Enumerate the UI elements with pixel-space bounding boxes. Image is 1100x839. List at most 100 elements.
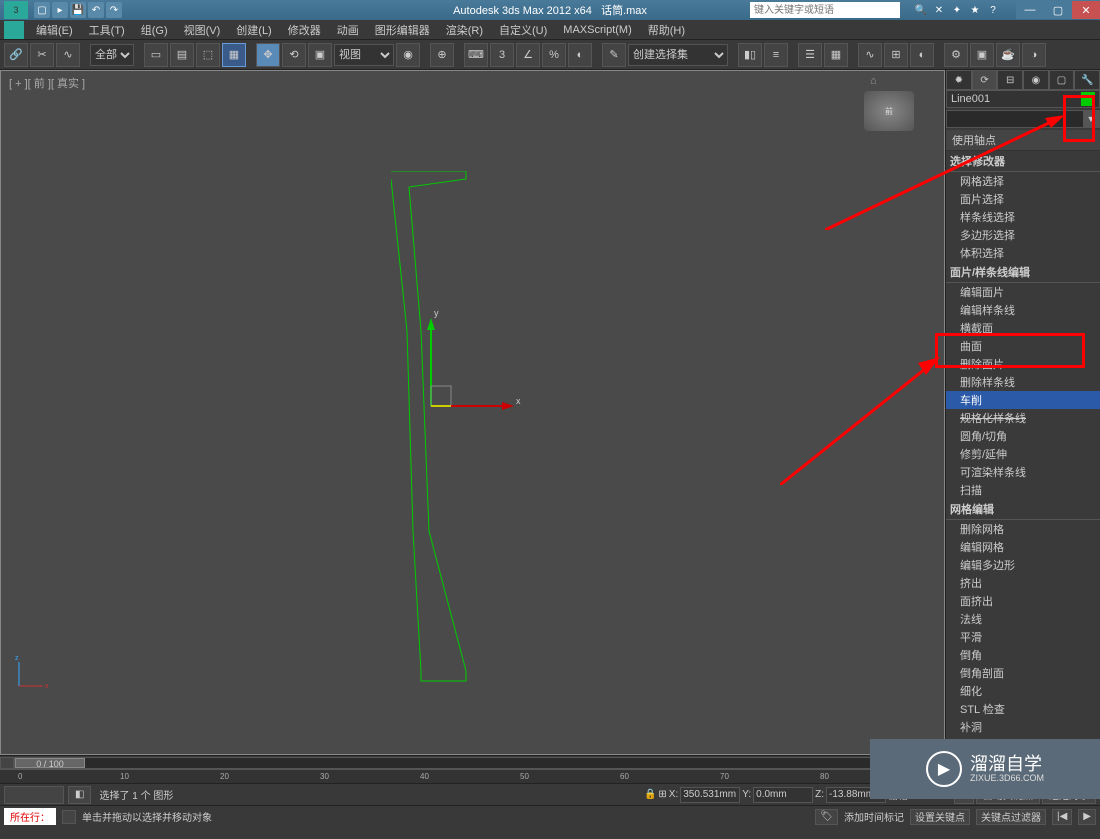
menu-tools[interactable]: 工具(T) [81, 22, 133, 38]
window-crossing-icon[interactable]: ▦ [222, 43, 246, 67]
curve-editor-icon[interactable]: ∿ [858, 43, 882, 67]
render-iterative-icon[interactable]: ◑ [1022, 43, 1046, 67]
modifier-item[interactable]: 可渲染样条线 [946, 463, 1100, 481]
link-icon[interactable]: 🔗 [4, 43, 28, 67]
modifier-item[interactable]: 圆角/切角 [946, 427, 1100, 445]
menu-edit[interactable]: 编辑(E) [28, 22, 81, 38]
render-production-icon[interactable]: ☕ [996, 43, 1020, 67]
coord-y-input[interactable] [753, 787, 813, 803]
lock-selection-icon[interactable]: 🔒 [644, 789, 656, 800]
favorites-icon[interactable]: ★ [968, 3, 982, 17]
qat-redo-icon[interactable]: ↷ [106, 2, 122, 18]
modifier-item[interactable]: 删除面片 [946, 355, 1100, 373]
viewport-label[interactable]: [ + ][ 前 ][ 真实 ] [9, 75, 85, 91]
window-maximize-button[interactable]: ▢ [1044, 1, 1072, 19]
named-sel-edit-icon[interactable]: ✎ [602, 43, 626, 67]
coord-x-input[interactable] [680, 787, 740, 803]
modifier-item[interactable]: 挤出 [946, 574, 1100, 592]
set-key-button[interactable]: 设置关键点 [910, 809, 970, 825]
modifier-item[interactable]: 面挤出 [946, 592, 1100, 610]
help-icon[interactable]: ? [986, 3, 1000, 17]
modifier-item[interactable]: 倒角 [946, 646, 1100, 664]
tab-hierarchy-icon[interactable]: ⊟ [997, 70, 1023, 90]
modifier-item[interactable]: 编辑网格 [946, 538, 1100, 556]
schematic-view-icon[interactable]: ⊞ [884, 43, 908, 67]
modifier-item[interactable]: 修剪/延伸 [946, 445, 1100, 463]
modifier-item[interactable]: 网格选择 [946, 172, 1100, 190]
transform-gizmo[interactable]: y x [416, 256, 536, 436]
absolute-mode-icon[interactable]: ⊞ [658, 789, 666, 800]
key-filters-button[interactable]: 关键点过滤器 [976, 809, 1046, 825]
tab-motion-icon[interactable]: ◉ [1023, 70, 1049, 90]
menu-animation[interactable]: 动画 [329, 22, 367, 38]
menu-group[interactable]: 组(G) [133, 22, 176, 38]
pivot-center-icon[interactable]: ◉ [396, 43, 420, 67]
keyboard-shortcut-icon[interactable]: ⌨ [464, 43, 488, 67]
modifier-item[interactable]: 曲面 [946, 337, 1100, 355]
viewcube[interactable]: 前 [864, 91, 914, 131]
tab-create-icon[interactable]: ✹ [946, 70, 972, 90]
modifier-item[interactable]: STL 检查 [946, 700, 1100, 718]
modifier-item[interactable]: 规格化样条线 [946, 409, 1100, 427]
modifier-item[interactable]: 编辑多边形 [946, 556, 1100, 574]
menu-rendering[interactable]: 渲染(R) [438, 22, 491, 38]
modifier-list[interactable]: 选择修改器 网格选择 面片选择 样条线选择 多边形选择 体积选择 面片/样条线编… [946, 151, 1100, 755]
modifier-item[interactable]: 法线 [946, 610, 1100, 628]
maxscript-mini-listener[interactable] [4, 786, 64, 804]
modifier-item[interactable]: 多边形选择 [946, 226, 1100, 244]
status-set-icon[interactable]: ◧ [68, 786, 91, 804]
select-manipulate-icon[interactable]: ⊕ [430, 43, 454, 67]
help-search-input[interactable] [750, 2, 900, 18]
modifier-item[interactable]: 横截面 [946, 319, 1100, 337]
modifier-item[interactable]: 样条线选择 [946, 208, 1100, 226]
app-logo-icon[interactable]: 3 [4, 1, 28, 19]
render-setup-icon[interactable]: ⚙ [944, 43, 968, 67]
unlink-icon[interactable]: ✂ [30, 43, 54, 67]
time-tag-icon[interactable]: 🏷 [815, 809, 838, 825]
modifier-item[interactable]: 倒角剖面 [946, 664, 1100, 682]
select-and-rotate-icon[interactable]: ⟲ [282, 43, 306, 67]
qat-undo-icon[interactable]: ↶ [88, 2, 104, 18]
modifier-item[interactable]: 删除网格 [946, 520, 1100, 538]
viewport-front[interactable]: [ + ][ 前 ][ 真实 ] ⌂ 前 y x z x [0, 70, 945, 755]
tab-utilities-icon[interactable]: 🔧 [1074, 70, 1100, 90]
qat-save-icon[interactable]: 💾 [70, 2, 86, 18]
window-minimize-button[interactable]: — [1016, 1, 1044, 19]
tab-modify-icon[interactable]: ⟳ [972, 70, 998, 90]
menu-modifiers[interactable]: 修改器 [280, 22, 329, 38]
ref-coord-system-dropdown[interactable]: 视图 [334, 44, 394, 66]
subscription-icon[interactable]: ✕ [932, 3, 946, 17]
named-selection-set-dropdown[interactable]: 创建选择集 [628, 44, 728, 66]
material-editor-icon[interactable]: ◐ [910, 43, 934, 67]
playback-prev-icon[interactable]: |◀ [1052, 809, 1072, 825]
menu-help[interactable]: 帮助(H) [640, 22, 693, 38]
modifier-item[interactable]: 编辑样条线 [946, 301, 1100, 319]
menu-create[interactable]: 创建(L) [228, 22, 279, 38]
modifier-item[interactable]: 面片选择 [946, 190, 1100, 208]
graphite-tools-icon[interactable]: ▦ [824, 43, 848, 67]
application-button-icon[interactable] [4, 21, 24, 39]
infocenter-icon[interactable]: 🔍 [914, 3, 928, 17]
select-region-icon[interactable]: ⬚ [196, 43, 220, 67]
modifier-item[interactable]: 平滑 [946, 628, 1100, 646]
layer-manager-icon[interactable]: ☰ [798, 43, 822, 67]
playback-play-icon[interactable]: ▶ [1078, 809, 1096, 825]
bind-spacewarp-icon[interactable]: ∿ [56, 43, 80, 67]
rendered-frame-icon[interactable]: ▣ [970, 43, 994, 67]
add-time-tag-label[interactable]: 添加时间标记 [844, 809, 904, 824]
select-object-icon[interactable]: ▭ [144, 43, 168, 67]
object-name-field[interactable]: Line001 [946, 90, 1100, 108]
modifier-item-lathe[interactable]: 车削 [946, 391, 1100, 409]
pivot-rollout-header[interactable]: 使用轴点 [946, 130, 1100, 151]
modifier-item[interactable]: 细化 [946, 682, 1100, 700]
spinner-snap-icon[interactable]: ◐ [568, 43, 592, 67]
modifier-list-dropdown[interactable]: ▼ [946, 110, 1100, 128]
isolate-icon[interactable] [62, 810, 76, 824]
object-color-swatch[interactable] [1081, 92, 1095, 106]
modifier-item[interactable]: 编辑面片 [946, 283, 1100, 301]
window-close-button[interactable]: ✕ [1072, 1, 1100, 19]
select-and-scale-icon[interactable]: ▣ [308, 43, 332, 67]
menu-maxscript[interactable]: MAXScript(M) [555, 24, 639, 36]
mirror-icon[interactable]: ▮▯ [738, 43, 762, 67]
menu-customize[interactable]: 自定义(U) [491, 22, 555, 38]
